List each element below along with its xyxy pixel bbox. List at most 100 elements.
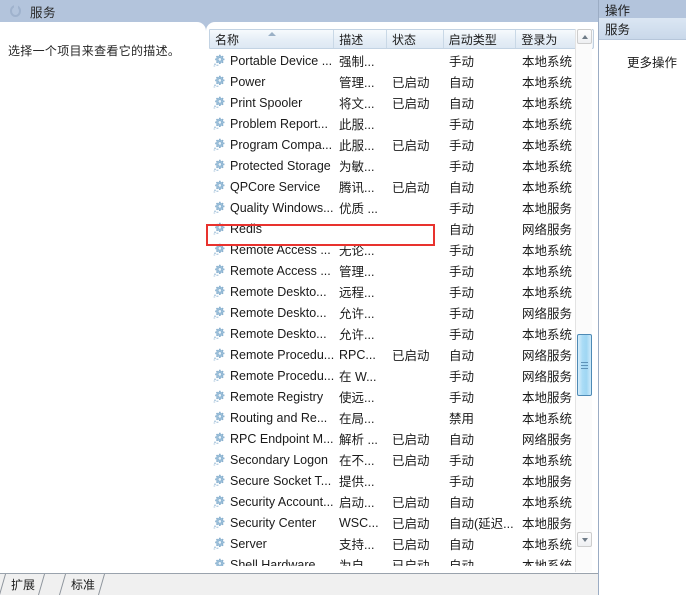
table-row[interactable]: Secondary Logon 在不... 已启动 手动 本地系统 [209, 449, 577, 470]
service-name-label: Security Center [230, 515, 317, 530]
service-gear-icon [213, 537, 226, 550]
cell-name: Secondary Logon [209, 453, 334, 467]
scroll-down-icon[interactable] [577, 532, 592, 547]
cell-logon: 本地系统 [522, 286, 573, 300]
service-gear-icon [213, 516, 226, 529]
table-row[interactable]: Remote Access ... 无论... 手动 本地系统 [209, 239, 577, 260]
table-row[interactable]: Server 支持... 已启动 自动 本地系统 [209, 533, 577, 554]
actions-pane: 操作 服务 更多操作 [598, 0, 686, 595]
column-header-start[interactable]: 启动类型 [444, 30, 517, 48]
cell-name: Program Compa... [209, 138, 334, 152]
cell-desc: 在不... [339, 454, 375, 468]
cell-start: 手动 [449, 265, 475, 279]
table-row[interactable]: Portable Device ... 强制... 手动 本地系统 [209, 50, 577, 71]
service-name-label: Secure Socket T... [230, 473, 332, 488]
cell-status: 已启动 [392, 517, 430, 531]
cell-logon: 本地服务 [522, 391, 573, 405]
service-name-label: Remote Registry [230, 389, 324, 404]
table-row[interactable]: QPCore Service 腾讯... 已启动 自动 本地系统 [209, 176, 577, 197]
cell-status: 已启动 [392, 349, 430, 363]
service-gear-icon [213, 432, 226, 445]
service-gear-icon [213, 327, 226, 340]
table-row[interactable]: Security Center WSC... 已启动 自动(延迟... 本地服务 [209, 512, 577, 533]
table-row[interactable]: Secure Socket T... 提供... 手动 本地服务 [209, 470, 577, 491]
table-row[interactable]: Shell Hardware... 为自... 已启动 自动 本地系统 [209, 554, 577, 566]
cell-logon: 本地系统 [522, 244, 573, 258]
service-gear-icon [213, 390, 226, 403]
cell-name: Remote Procedu... [209, 348, 334, 362]
tab-standard[interactable]: 标准 [62, 574, 103, 595]
table-row[interactable]: Security Account... 启动... 已启动 自动 本地系统 [209, 491, 577, 512]
services-table-body[interactable]: Portable Device ... 强制... 手动 本地系统 Power 管理...… [209, 50, 577, 566]
tab-extended[interactable]: 扩展 [2, 574, 43, 595]
service-name-label: RPC Endpoint M... [230, 431, 334, 446]
cell-logon: 本地系统 [522, 265, 573, 279]
cell-start: 自动 [449, 97, 475, 111]
scrollbar-thumb[interactable] [577, 334, 592, 396]
table-row[interactable]: Protected Storage 为敏... 手动 本地系统 [209, 155, 577, 176]
cell-logon: 本地系统 [522, 139, 573, 153]
table-row[interactable]: Remote Procedu... 在 W... 手动 网络服务 [209, 365, 577, 386]
service-name-label: Quality Windows... [230, 200, 334, 215]
cell-start: 自动 [449, 76, 475, 90]
service-gear-icon [213, 159, 226, 172]
services-list-panel: 名称 描述 状态 启动类型 登录为 Portable Device ... 强制... 手动… [206, 22, 598, 573]
column-header-name[interactable]: 名称 [210, 30, 335, 48]
cell-name: Remote Procedu... [209, 369, 334, 383]
cell-status: 已启动 [392, 559, 430, 566]
table-row[interactable]: Print Spooler 将文... 已启动 自动 本地系统 [209, 92, 577, 113]
service-name-label: Problem Report... [230, 116, 328, 131]
cell-start: 自动 [449, 181, 475, 195]
service-gear-icon [213, 264, 226, 277]
cell-desc: 无论... [339, 244, 375, 258]
cell-logon: 本地系统 [522, 496, 573, 510]
table-row[interactable]: Remote Access ... 管理... 手动 本地系统 [209, 260, 577, 281]
column-header-logon[interactable]: 登录为 [516, 30, 576, 48]
scroll-up-icon[interactable] [577, 29, 592, 44]
table-row[interactable]: Program Compa... 此服... 已启动 手动 本地系统 [209, 134, 577, 155]
cell-start: 自动 [449, 559, 475, 566]
cell-desc: 腾讯... [339, 181, 375, 195]
more-actions-item[interactable]: 更多操作 [599, 52, 686, 71]
service-gear-icon [213, 96, 226, 109]
service-name-label: Security Account... [230, 494, 334, 509]
cell-desc: 解析 ... [339, 433, 378, 447]
table-row[interactable]: Redis 自动 网络服务 [209, 218, 577, 239]
cell-desc: 启动... [339, 496, 375, 510]
cell-logon: 网络服务 [522, 349, 573, 363]
table-row[interactable]: Quality Windows... 优质 ... 手动 本地服务 [209, 197, 577, 218]
service-gear-icon [213, 180, 226, 193]
cell-logon: 本地系统 [522, 454, 573, 468]
table-row[interactable]: Remote Registry 使远... 手动 本地服务 [209, 386, 577, 407]
cell-name: Protected Storage [209, 159, 334, 173]
cell-status: 已启动 [392, 181, 430, 195]
cell-status: 已启动 [392, 454, 430, 468]
column-header-desc[interactable]: 描述 [334, 30, 388, 48]
cell-start: 自动 [449, 538, 475, 552]
cell-desc: 为敏... [339, 160, 375, 174]
actions-group-header[interactable]: 服务 [599, 18, 686, 40]
cell-logon: 本地系统 [522, 181, 573, 195]
table-row[interactable]: Problem Report... 此服... 手动 本地系统 [209, 113, 577, 134]
column-header-status[interactable]: 状态 [387, 30, 444, 48]
cell-start: 自动 [449, 496, 475, 510]
table-row[interactable]: Remote Procedu... RPC... 已启动 自动 网络服务 [209, 344, 577, 365]
cell-logon: 网络服务 [522, 370, 573, 384]
table-row[interactable]: RPC Endpoint M... 解析 ... 已启动 自动 网络服务 [209, 428, 577, 449]
service-name-label: Protected Storage [230, 158, 331, 173]
table-row[interactable]: Routing and Re... 在局... 禁用 本地系统 [209, 407, 577, 428]
table-row[interactable]: Power 管理... 已启动 自动 本地系统 [209, 71, 577, 92]
cell-start: 手动 [449, 454, 475, 468]
cell-name: Remote Access ... [209, 243, 334, 257]
table-row[interactable]: Remote Deskto... 远程... 手动 本地系统 [209, 281, 577, 302]
cell-logon: 本地系统 [522, 412, 573, 426]
cell-logon: 网络服务 [522, 307, 573, 321]
service-gear-icon [213, 411, 226, 424]
table-row[interactable]: Remote Deskto... 允许... 手动 本地系统 [209, 323, 577, 344]
cell-status: 已启动 [392, 496, 430, 510]
table-row[interactable]: Remote Deskto... 允许... 手动 网络服务 [209, 302, 577, 323]
service-name-label: Print Spooler [230, 95, 303, 110]
cell-name: Routing and Re... [209, 411, 334, 425]
service-gear-icon [213, 54, 226, 67]
list-vertical-scrollbar[interactable] [575, 29, 592, 572]
